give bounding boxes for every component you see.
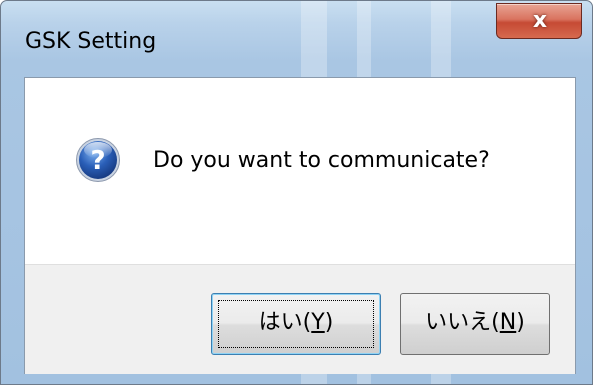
question-glyph: ? <box>90 146 105 176</box>
question-icon: ? <box>76 138 120 182</box>
message-area: ? Do you want to communicate? <box>25 78 575 264</box>
dialog-window: GSK Setting x ? Do you want to communica… <box>0 0 593 385</box>
yes-button[interactable]: はい(Y) <box>211 293 381 355</box>
title-bar[interactable]: GSK Setting x <box>1 1 592 77</box>
window-title: GSK Setting <box>25 29 157 54</box>
no-button[interactable]: いいえ(N) <box>400 293 550 355</box>
yes-button-label: はい(Y) <box>258 310 334 335</box>
no-button-label: いいえ(N) <box>425 310 525 335</box>
dialog-message: Do you want to communicate? <box>153 148 490 173</box>
close-icon: x <box>532 8 548 33</box>
button-bar: はい(Y) いいえ(N) <box>25 264 575 374</box>
close-button[interactable]: x <box>496 3 582 39</box>
dialog-client-area: ? Do you want to communicate? はい(Y) いいえ(… <box>24 77 576 374</box>
